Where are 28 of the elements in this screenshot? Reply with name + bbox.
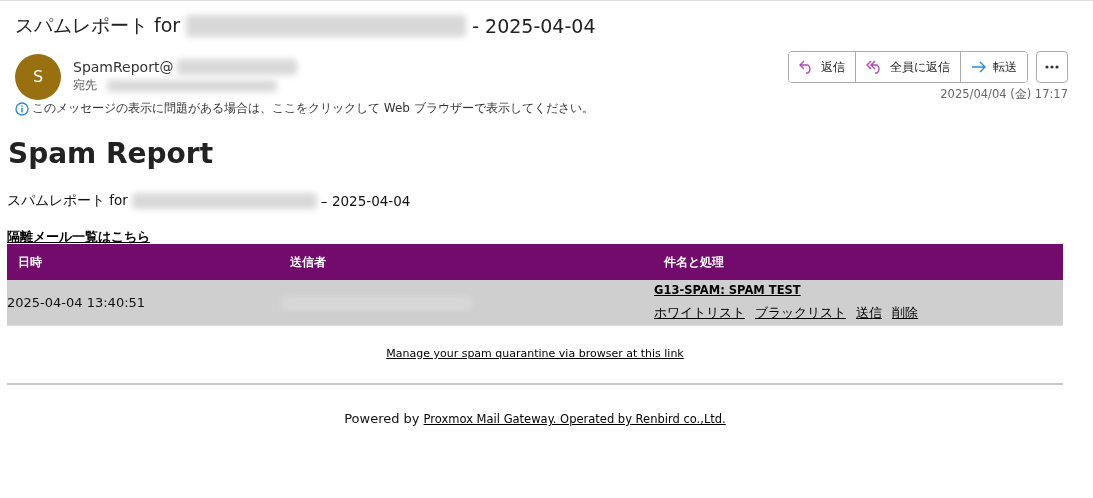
column-header: 送信者 <box>289 253 327 271</box>
action-link[interactable]: ブラックリスト <box>755 305 846 322</box>
report-date: – 2025-04-04 <box>320 193 411 209</box>
info-icon <box>15 101 29 116</box>
column-header: 日時 <box>17 253 43 271</box>
action-link[interactable]: 送信 <box>856 305 882 322</box>
subject-date: - 2025-04-04 <box>472 15 596 37</box>
action-link[interactable]: ホワイトリスト <box>654 305 745 322</box>
powered-by-text: Powered by <box>344 411 420 426</box>
report-heading: Spam Report <box>8 137 215 170</box>
recipient-label: 宛先 <box>73 77 97 94</box>
footer-link[interactable]: Proxmox Mail Gateway. Operated by Renbird co.,Ltd. <box>423 412 726 426</box>
subject-link[interactable]: G13-SPAM: SPAM TEST <box>654 283 1063 297</box>
avatar: S <box>15 53 61 100</box>
forward-button[interactable]: 転送 <box>960 52 1027 82</box>
manage-link[interactable]: Manage your spam quarantine via browser at this link <box>386 347 684 360</box>
report-subtitle: スパムレポート for <box>7 192 128 210</box>
sender-name: SpamReport@ <box>73 59 174 75</box>
quarantine-link[interactable]: 隔離メール一覧はこちら <box>7 229 150 244</box>
received-date: 2025/04/04 (金) 17:17 <box>940 87 1068 102</box>
info-message[interactable]: このメッセージの表示に問題がある場合は、ここをクリックして Web ブラウザーで表示してください。 <box>32 100 594 117</box>
forward-icon <box>971 61 987 73</box>
more-button[interactable] <box>1036 51 1068 83</box>
column-header: 件名と処理 <box>663 253 725 271</box>
subject-text: スパムレポート for <box>15 13 181 38</box>
action-link[interactable]: 削除 <box>892 305 918 322</box>
more-icon <box>1045 65 1059 69</box>
table-cell-text: 2025-04-04 13:40:51 <box>7 295 147 310</box>
